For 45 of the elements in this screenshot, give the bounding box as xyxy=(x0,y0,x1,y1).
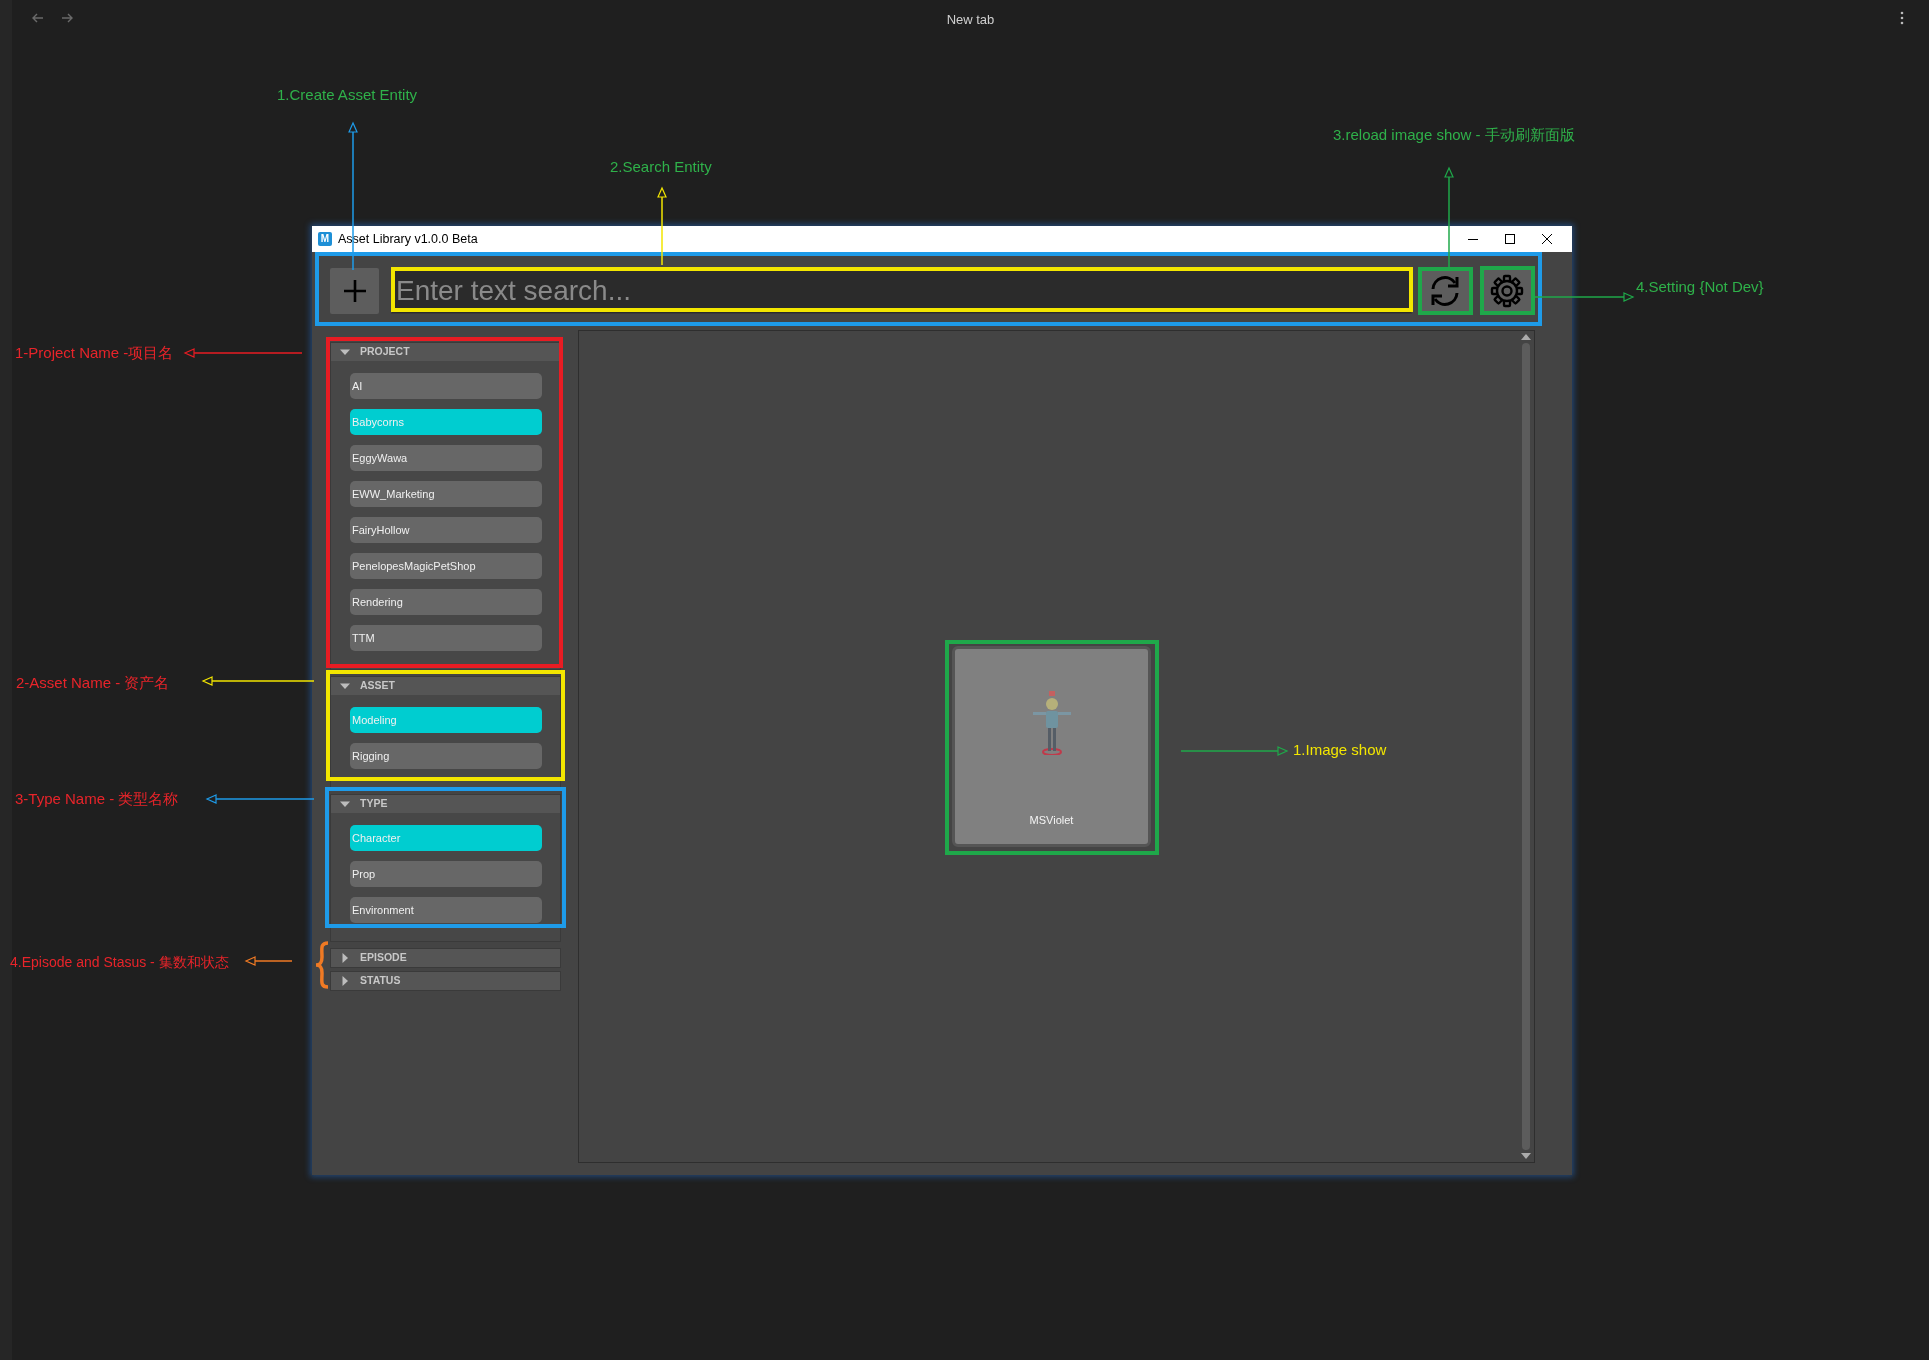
filter-item[interactable]: EggyWawa xyxy=(350,445,542,471)
caret-icon xyxy=(340,681,350,691)
app-logo: M xyxy=(318,232,332,246)
annotation-label: 2-Asset Name - 资产名 xyxy=(16,674,170,692)
tab-title: New tab xyxy=(946,11,995,29)
annotation-label: 4.Setting {Not Dev} xyxy=(1636,278,1764,296)
filter-item[interactable]: FairyHollow xyxy=(350,517,542,543)
annotation-label: 3.reload image show - 手动刷新面版 xyxy=(1333,126,1575,144)
asset-name: MSViolet xyxy=(1029,812,1074,828)
filter-item[interactable]: Prop xyxy=(350,861,542,887)
caret-icon xyxy=(340,799,350,809)
filter-item[interactable]: AI xyxy=(350,373,542,399)
annotation-label: 1.Create Asset Entity xyxy=(277,86,418,104)
maximize-icon xyxy=(1504,234,1515,244)
caret-icon xyxy=(340,953,350,963)
plus-icon xyxy=(342,279,367,303)
asset-card[interactable]: MSViolet xyxy=(952,646,1151,847)
add-button[interactable] xyxy=(330,268,379,314)
back-icon[interactable] xyxy=(32,12,44,24)
section-header[interactable]: STATUS xyxy=(331,972,560,990)
section-header[interactable]: EPISODE xyxy=(331,949,560,967)
settings-icon xyxy=(1490,274,1524,308)
annotation-label: 1-Project Name -项目名 xyxy=(15,344,174,362)
filter-item[interactable]: Rendering xyxy=(350,589,542,615)
caret-icon xyxy=(340,347,350,357)
forward-icon[interactable] xyxy=(61,12,73,24)
scroll-down-icon[interactable] xyxy=(1521,1153,1531,1159)
scrollbar[interactable] xyxy=(1521,334,1531,1159)
section-header[interactable]: PROJECT xyxy=(331,343,560,361)
annotation-label: 3-Type Name - 类型名称 xyxy=(15,790,179,808)
section-header[interactable]: TYPE xyxy=(331,795,560,813)
filter-item[interactable]: EWW_Marketing xyxy=(350,481,542,507)
scroll-up-icon[interactable] xyxy=(1521,334,1531,340)
annotation-label: 2.Search Entity xyxy=(610,158,712,176)
filter-item[interactable]: TTM xyxy=(350,625,542,651)
caret-icon xyxy=(340,976,350,986)
menu-icon[interactable] xyxy=(1900,11,1904,25)
section-header[interactable]: ASSET xyxy=(331,677,560,695)
annotation-label: 1.Image show xyxy=(1293,741,1387,759)
filter-item[interactable]: Rigging xyxy=(350,743,542,769)
close-icon xyxy=(1541,234,1552,244)
annotation-label: 4.Episode and Stasus - 集数和状态 xyxy=(10,953,229,971)
filter-item[interactable]: Environment xyxy=(350,897,542,923)
filter-item[interactable]: PenelopesMagicPetShop xyxy=(350,553,542,579)
brace xyxy=(314,941,330,989)
